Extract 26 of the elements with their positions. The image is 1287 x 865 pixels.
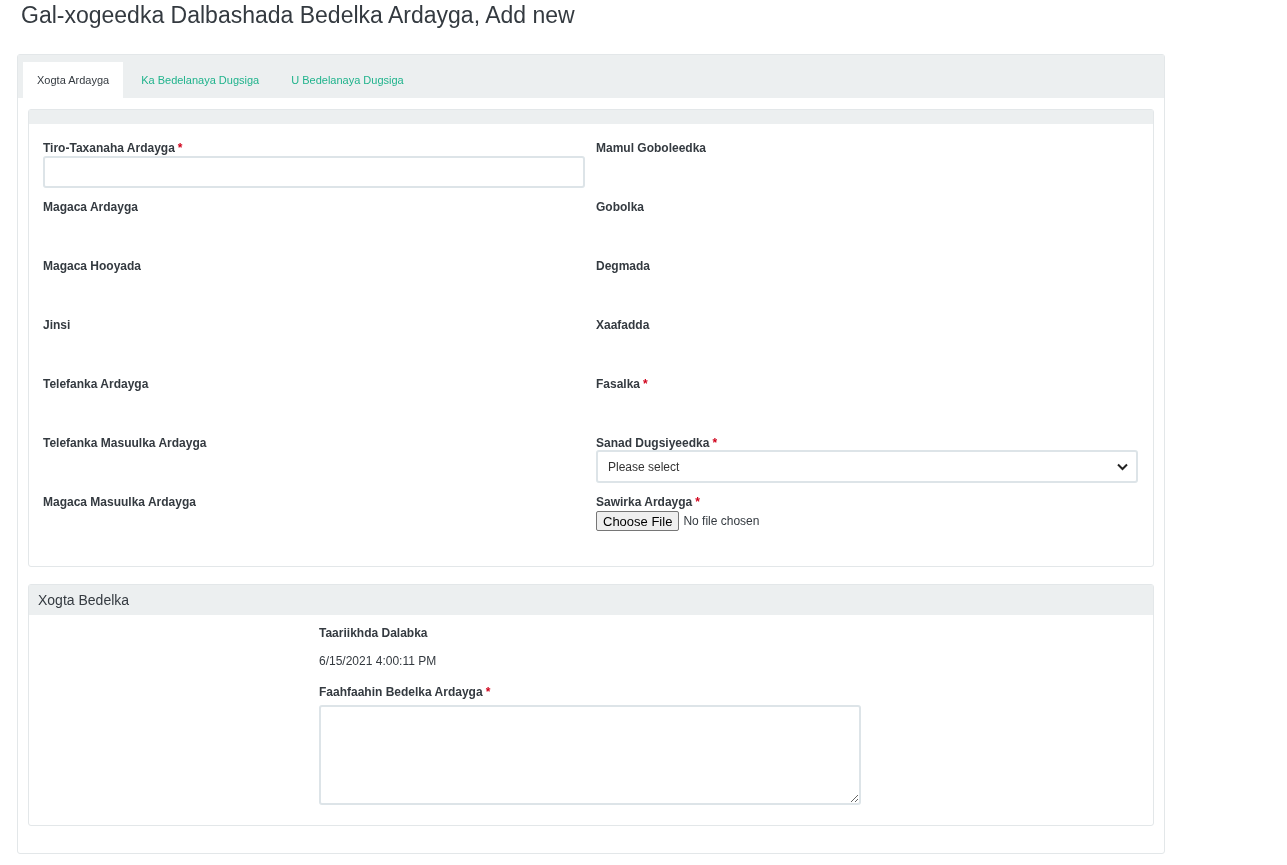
field-label: Tiro-Taxanaha Ardayga * xyxy=(43,141,183,155)
field-label: Telefanka Ardayga xyxy=(43,377,149,391)
page-title: Gal-xogeedka Dalbashada Bedelka Ardayga, Add new xyxy=(20,1,575,29)
field-label: Magaca Ardayga xyxy=(43,200,138,214)
field-label: Magaca Masuulka Ardayga xyxy=(43,495,196,509)
field-label: Fasalka * xyxy=(596,377,648,391)
card-title: Xogta Bedelka xyxy=(38,592,130,608)
details-textarea[interactable] xyxy=(319,705,861,805)
field-label: Telefanka Masuulka Ardayga xyxy=(43,436,207,450)
field-label: Taariikhda Dalabka xyxy=(319,626,428,640)
text-input[interactable] xyxy=(43,156,585,188)
date-value: 6/15/2021 4:00:11 PM xyxy=(319,654,437,668)
field-label: Sanad Dugsiyeedka * xyxy=(596,436,718,450)
field-label: Gobolka xyxy=(596,200,644,214)
chevron-down-icon xyxy=(1117,462,1128,471)
select-dropdown[interactable]: Please select xyxy=(596,450,1138,483)
file-status: No file chosen xyxy=(683,514,760,528)
field-label: Mamul Goboleedka xyxy=(596,141,707,155)
field-label: Jinsi xyxy=(43,318,71,332)
choose-file-button[interactable]: Choose File xyxy=(596,511,680,531)
field-label: Magaca Hooyada xyxy=(43,259,142,273)
field-label: Faahfaahin Bedelka Ardayga * xyxy=(319,685,491,699)
tab[interactable]: Xogta Ardayga xyxy=(23,62,124,98)
field-label: Xaafadda xyxy=(596,318,650,332)
field-label: Degmada xyxy=(596,259,651,273)
field-label: Sawirka Ardayga * xyxy=(596,495,700,509)
